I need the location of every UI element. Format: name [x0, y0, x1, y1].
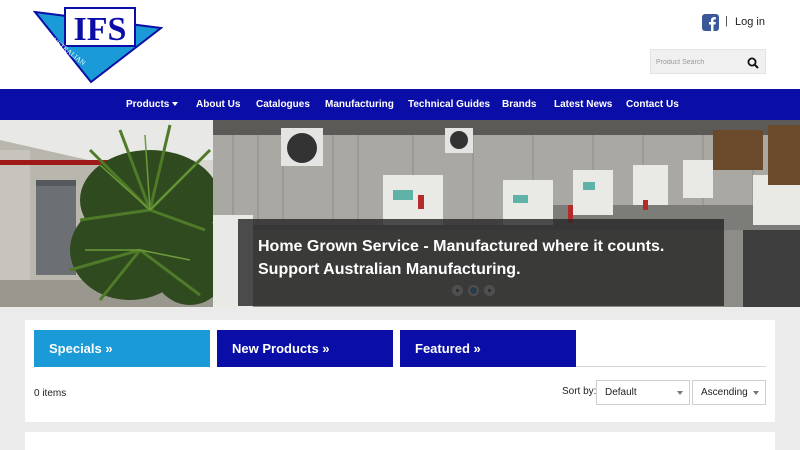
hero-caption: Home Grown Service - Manufactured where …	[238, 219, 724, 306]
tab-featured[interactable]: Featured »	[400, 330, 576, 367]
sort-field-value: Default	[605, 387, 637, 398]
tab-featured-label: Featured »	[415, 341, 481, 356]
nav-item-products[interactable]: Products	[126, 99, 179, 110]
items-count: 0 items	[34, 388, 67, 399]
search-input[interactable]	[656, 55, 744, 69]
site-header: IFS AUSTRALIAN OWNED | Log in	[0, 0, 800, 89]
topbar-divider: |	[725, 15, 728, 27]
product-search	[650, 49, 766, 74]
hero-caption-line-1: Home Grown Service - Manufactured where …	[258, 238, 665, 255]
product-listing-panel: Specials » New Products » Featured » 0 i…	[25, 320, 775, 422]
nav-item-catalogues[interactable]: Catalogues	[256, 99, 310, 110]
content-panel-next	[25, 432, 775, 450]
nav-item-manufacturing[interactable]: Manufacturing	[325, 99, 394, 110]
tab-new-products-label: New Products »	[232, 341, 330, 356]
tab-new-products[interactable]: New Products »	[217, 330, 393, 367]
chevron-down-icon	[753, 391, 759, 395]
building-palms-image	[0, 120, 213, 307]
sort-order-value: Ascending	[701, 387, 748, 398]
tab-specials[interactable]: Specials »	[34, 330, 210, 367]
chevron-down-icon	[677, 391, 683, 395]
nav-label: Products	[126, 99, 170, 110]
sort-order-select[interactable]: Ascending	[692, 380, 766, 405]
nav-item-about-us[interactable]: About Us	[196, 99, 240, 110]
ifs-logo[interactable]: IFS AUSTRALIAN OWNED	[32, 6, 164, 84]
nav-item-technical-guides[interactable]: Technical Guides	[408, 99, 490, 110]
hero-caption-line-2: Support Australian Manufacturing.	[258, 261, 521, 278]
nav-item-contact-us[interactable]: Contact Us	[626, 99, 679, 110]
nav-item-latest-news[interactable]: Latest News	[554, 99, 612, 110]
login-link[interactable]: Log in	[735, 16, 765, 28]
sort-by-label: Sort by:	[562, 386, 597, 397]
search-icon[interactable]	[747, 56, 759, 69]
tab-specials-label: Specials »	[49, 341, 113, 356]
tab-underline	[576, 366, 766, 367]
logo-wordmark: IFS	[74, 11, 127, 48]
nav-item-brands[interactable]: Brands	[502, 99, 536, 110]
facebook-icon[interactable]	[702, 14, 719, 31]
main-nav: Products About Us Catalogues Manufacturi…	[0, 89, 800, 120]
caret-down-icon	[172, 102, 179, 107]
sort-field-select[interactable]: Default	[596, 380, 690, 405]
